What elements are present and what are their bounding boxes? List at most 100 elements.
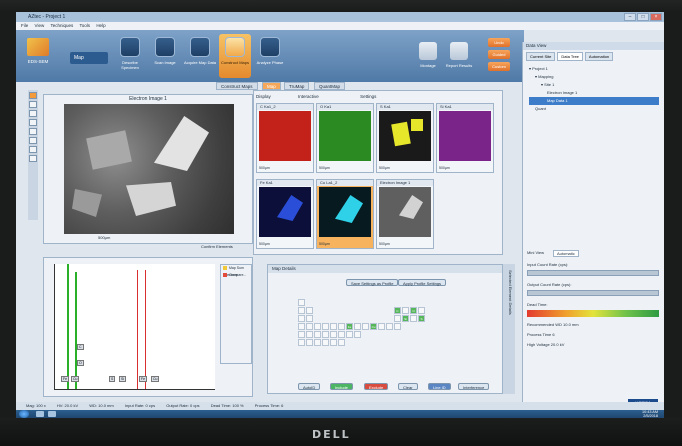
maximize-icon[interactable]: □ [637,13,649,21]
element-cell[interactable] [330,331,337,338]
text-tool-icon[interactable] [29,155,37,162]
system-clock[interactable]: 10:43 AM 2/5/2018 [642,410,658,418]
guided-button[interactable]: Guided [488,50,510,59]
sem-image[interactable] [64,104,234,234]
tab-current-site[interactable]: Current Site [526,52,556,61]
step-construct-maps[interactable]: Construct Maps [219,34,251,78]
select-tool-icon[interactable] [29,92,37,99]
element-cell-selected[interactable]: S [418,315,425,322]
element-cell[interactable] [330,339,337,346]
menu-file[interactable]: File [21,23,28,28]
zoom-tool-icon[interactable] [29,101,37,108]
element-cell[interactable] [314,323,321,330]
element-cell[interactable] [338,323,345,330]
element-cell[interactable] [362,323,369,330]
legend-item[interactable]: Map Sum Spectrum [221,265,251,277]
legend-item[interactable]: Compare... [221,272,251,279]
map-tile[interactable]: Cu La1_2 500µm [316,179,374,249]
element-cell[interactable] [298,331,305,338]
taskbar-app-icon[interactable] [36,411,44,417]
element-cell-selected[interactable]: Fe [346,323,353,330]
include-button[interactable]: Include [330,383,353,390]
point-tool-icon[interactable] [29,137,37,144]
menu-techniques[interactable]: Techniques [50,23,73,28]
clear-button[interactable]: Clear [398,383,418,390]
selected-element-details-tab[interactable]: Selected Element Details [503,264,515,394]
interactive-dropdown[interactable]: Interactive [298,94,319,99]
settings-button[interactable]: Settings [360,94,376,99]
element-cell[interactable] [306,307,313,314]
element-cell[interactable] [346,331,353,338]
element-cell[interactable] [298,299,305,306]
map-tile[interactable]: Fe Ka1 500µm [256,179,314,249]
element-cell[interactable] [298,323,305,330]
element-cell[interactable] [338,339,345,346]
menu-help[interactable]: Help [96,23,105,28]
element-cell[interactable] [354,323,361,330]
tab-construct-maps[interactable]: Construct Maps [216,82,258,90]
tree-item-mapping[interactable]: ▾ Mapping [529,73,659,81]
element-cell[interactable] [314,331,321,338]
element-cell[interactable] [306,331,313,338]
element-cell[interactable] [314,339,321,346]
interference-button[interactable]: Interference [458,383,490,390]
pan-tool-icon[interactable] [29,110,37,117]
element-cell[interactable] [306,339,313,346]
spectrum-plot[interactable]: C O Fe Cu S Si Fe Cu [54,264,215,390]
undo-button[interactable]: Undo [488,38,510,47]
element-cell-selected[interactable]: O [410,307,417,314]
line-tool-icon[interactable] [29,128,37,135]
element-cell[interactable] [394,323,401,330]
element-cell-selected[interactable]: Cu [370,323,377,330]
element-cell[interactable] [394,315,401,322]
element-cell[interactable] [378,323,385,330]
rectangle-tool-icon[interactable] [29,119,37,126]
element-cell[interactable] [298,339,305,346]
step-analyze-phase[interactable]: Analyze Phase [254,34,286,78]
menu-tools[interactable]: Tools [80,23,91,28]
report-results-button[interactable]: Report Results [445,40,473,74]
map-tile[interactable]: Si Ka1 500µm [436,103,494,173]
element-cell[interactable] [410,315,417,322]
mini-view-mode-dropdown[interactable]: Automatic [553,250,579,257]
taskbar-app-icon[interactable] [48,411,56,417]
element-cell[interactable] [298,307,305,314]
mode-map-button[interactable]: Map [70,52,108,64]
element-cell[interactable] [322,331,329,338]
apply-profile-button[interactable]: Apply Profile Settings [398,279,447,286]
step-acquire-map-data[interactable]: Acquire Map Data [184,34,216,78]
map-tile[interactable]: O Ka1 500µm [316,103,374,173]
step-scan-image[interactable]: Scan Image [149,34,181,78]
save-settings-button[interactable]: Save Settings as Profile [346,279,399,286]
element-cell-selected[interactable]: C [394,307,401,314]
custom-button[interactable]: Custom [488,62,510,71]
map-tile[interactable]: Electron Image 1 500µm [376,179,434,249]
element-cell[interactable] [386,323,393,330]
montage-button[interactable]: Montage [414,40,442,74]
tree-item-electron-image[interactable]: Electron Image 1 [529,89,659,97]
tab-data-tree[interactable]: Data Tree [557,52,583,61]
element-cell[interactable] [418,307,425,314]
map-tile[interactable]: S Ka1 500µm [376,103,434,173]
map-tile[interactable]: C Ka1_2 500µm [256,103,314,173]
element-cell[interactable] [354,331,361,338]
element-cell[interactable] [338,331,345,338]
step-describe-specimen[interactable]: Describe Specimen [114,34,146,78]
minimize-icon[interactable]: – [624,13,636,21]
element-cell[interactable] [402,307,409,314]
exclude-button[interactable]: Exclude [364,383,389,390]
element-cell[interactable] [322,339,329,346]
start-button-icon[interactable] [19,410,29,418]
tree-item-site[interactable]: ▾ Site 1 [529,81,659,89]
element-cell[interactable] [306,323,313,330]
close-icon[interactable]: × [650,13,662,21]
tab-map[interactable]: Map [262,82,281,90]
confirm-elements-link[interactable]: Confirm Elements [201,244,233,249]
element-cell[interactable] [298,315,305,322]
element-cell[interactable] [306,315,313,322]
tree-item-map-data[interactable]: Map Data 1 [529,97,659,105]
tab-automation[interactable]: Automation [584,52,614,61]
line-id-button[interactable]: Line ID [428,383,451,390]
measure-tool-icon[interactable] [29,146,37,153]
tab-quantmap[interactable]: QuantMap [314,82,346,90]
